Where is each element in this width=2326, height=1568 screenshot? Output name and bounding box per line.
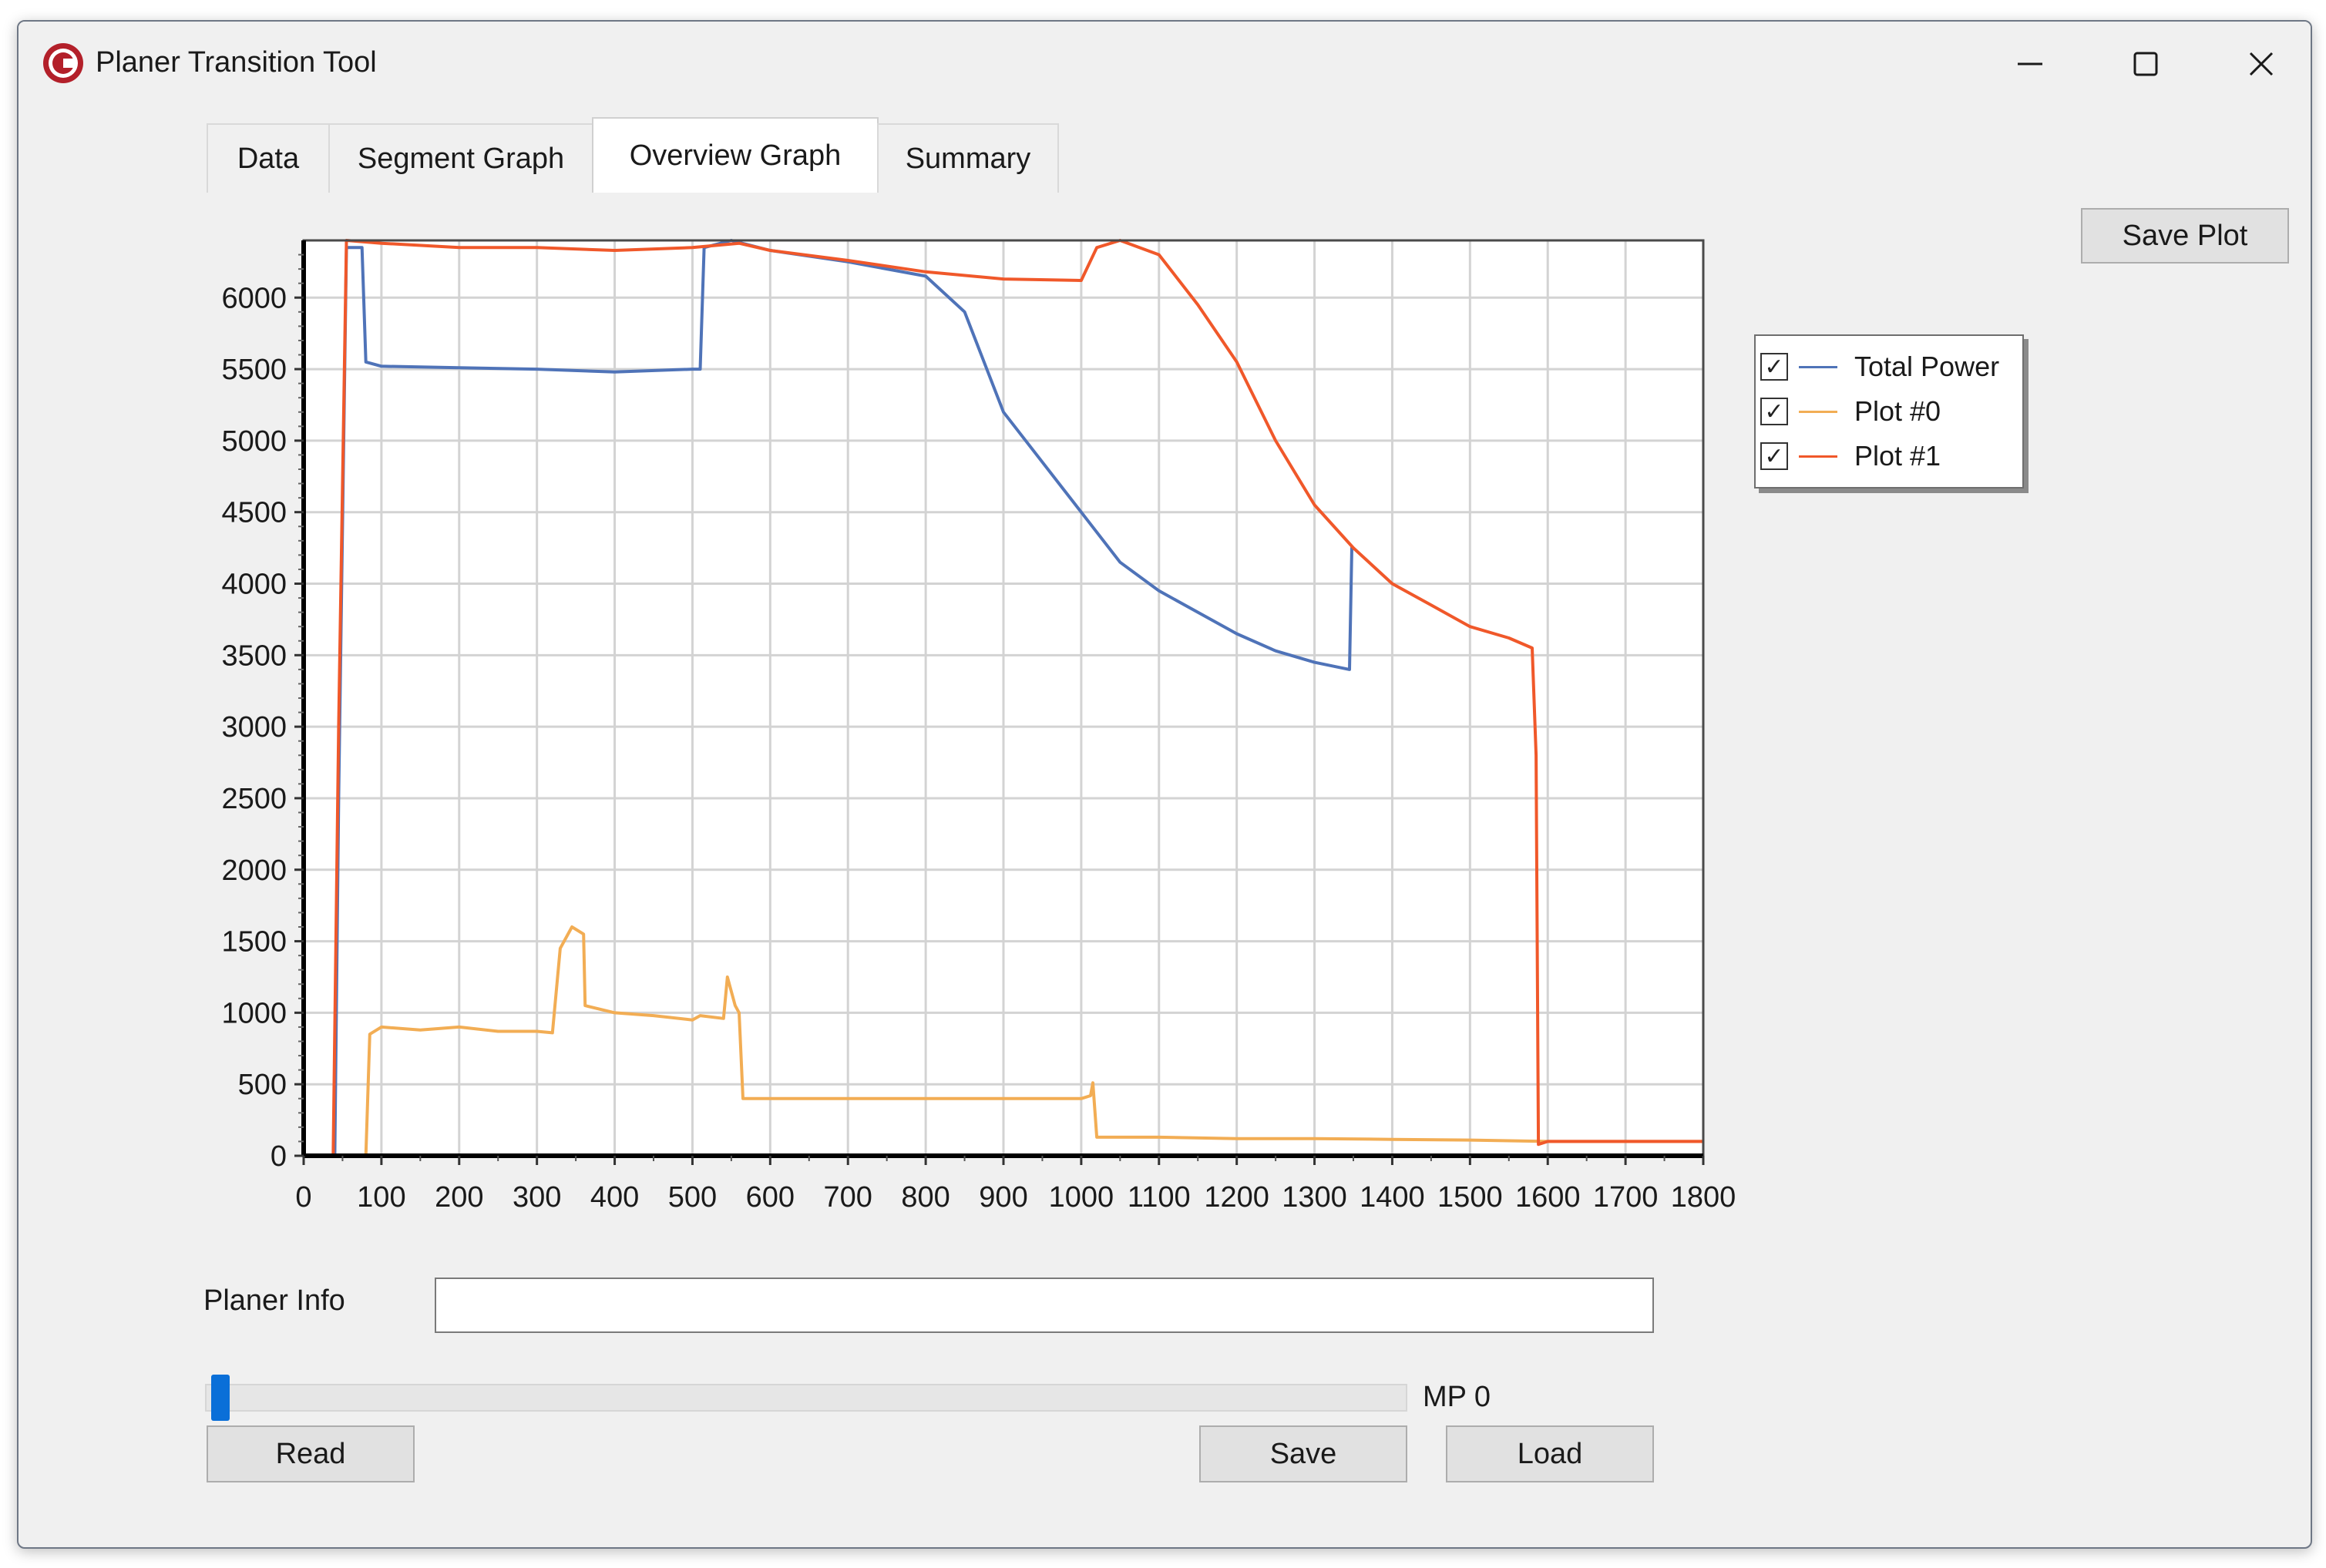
save-button[interactable]: Save [1199,1425,1407,1482]
x-tick-label: 300 [513,1181,561,1214]
legend-checkbox[interactable]: ✓ [1760,442,1788,470]
x-tick-label: 700 [824,1181,872,1214]
x-tick-label: 600 [746,1181,795,1214]
x-tick-label: 1200 [1204,1181,1269,1214]
legend-item-plot-0[interactable]: ✓ Plot #0 [1760,390,1941,433]
legend-swatch [1799,410,1837,413]
y-tick-label: 4000 [221,569,287,601]
legend-item-total-power[interactable]: ✓ Total Power [1760,345,1999,388]
planer-info-input[interactable] [435,1278,1654,1333]
legend-swatch [1799,455,1837,458]
save-plot-button[interactable]: Save Plot [2081,208,2289,264]
y-tick-label: 5500 [221,354,287,386]
legend-label: Plot #1 [1854,440,1941,472]
x-tick-label: 1300 [1282,1181,1347,1214]
progress-slider-thumb[interactable] [211,1375,230,1421]
y-tick-label: 3500 [221,640,287,672]
legend-swatch [1799,365,1837,368]
y-tick-label: 4500 [221,497,287,529]
planer-info-label: Planer Info [203,1284,345,1317]
x-tick-label: 1000 [1049,1181,1114,1214]
progress-label: MP 0 [1423,1381,1491,1413]
x-tick-label: 1400 [1360,1181,1425,1214]
y-tick-label: 1500 [221,926,287,959]
y-tick-label: 2500 [221,783,287,815]
y-tick-label: 0 [271,1140,287,1173]
legend-label: Plot #0 [1854,395,1941,427]
app-window: Planer Transition Tool Data Segment Grap… [17,20,2312,1549]
y-tick-label: 2000 [221,855,287,887]
legend-label: Total Power [1854,351,2000,382]
y-tick-label: 6000 [221,282,287,314]
chart-grid [304,240,1703,1156]
legend-checkbox[interactable]: ✓ [1760,353,1788,381]
x-tick-label: 0 [295,1181,311,1214]
x-tick-label: 100 [357,1181,405,1214]
x-tick-label: 400 [590,1181,639,1214]
load-button[interactable]: Load [1446,1425,1654,1482]
progress-track[interactable] [205,1384,1407,1412]
chart-legend: ✓ Total Power ✓ Plot #0 ✓ Plot #1 [1754,334,2024,489]
x-tick-label: 1700 [1593,1181,1659,1214]
x-tick-label: 200 [435,1181,483,1214]
overview-chart: 0 100 200 300 400 500 600 700 800 900 1000 1100 1200… [221,239,1736,1214]
x-tick-label: 1600 [1515,1181,1581,1214]
read-button[interactable]: Read [207,1425,415,1482]
x-tick-label: 1800 [1671,1181,1736,1214]
legend-item-plot-1[interactable]: ✓ Plot #1 [1760,435,1941,478]
x-tick-label: 800 [901,1181,950,1214]
x-tick-label: 900 [979,1181,1027,1214]
x-tick-label: 1500 [1437,1181,1503,1214]
x-tick-label: 1100 [1128,1181,1191,1214]
y-tick-label: 5000 [221,425,287,458]
y-tick-label: 3000 [221,711,287,744]
y-tick-label: 1000 [221,997,287,1029]
x-tick-label: 500 [668,1181,717,1214]
y-tick-label: 500 [238,1069,287,1101]
legend-checkbox[interactable]: ✓ [1760,398,1788,425]
